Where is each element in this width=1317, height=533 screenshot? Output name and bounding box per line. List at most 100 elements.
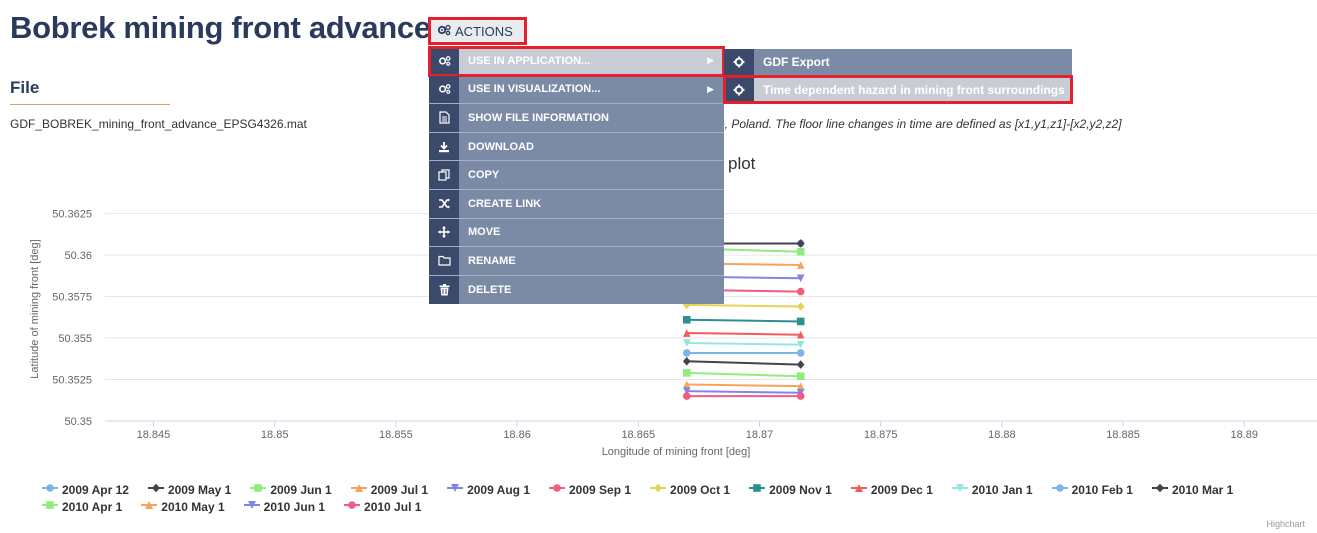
submenu-item-gdf-export[interactable]: GDF Export bbox=[724, 49, 1072, 76]
legend-symbol-icon bbox=[1151, 482, 1172, 497]
legend-item[interactable]: 2009 Aug 1 bbox=[447, 482, 530, 497]
menu-item-move[interactable]: MOVE bbox=[429, 218, 724, 248]
legend-symbol-icon bbox=[243, 499, 264, 514]
legend-row: 2009 Apr 12 2009 May 1 2009 Jun 1 2009 Jul … bbox=[42, 481, 1317, 498]
menu-item-label: CREATE LINK bbox=[468, 197, 542, 210]
legend-symbol-icon bbox=[1051, 482, 1072, 497]
menu-item-download[interactable]: DOWNLOAD bbox=[429, 132, 724, 162]
caret-right-icon: ▶ bbox=[707, 55, 714, 66]
menu-item-label: COPY bbox=[468, 169, 500, 182]
menu-item-show-file-information[interactable]: SHOW FILE INFORMATION bbox=[429, 104, 724, 133]
y-tick-label: 50.3625 bbox=[52, 209, 92, 221]
menu-item-use-in-visualization[interactable]: USE IN VISUALIZATION... ▶ bbox=[429, 75, 724, 105]
legend-symbol-icon bbox=[42, 482, 62, 497]
series-line bbox=[686, 390, 801, 394]
x-tick-label: 18.875 bbox=[864, 429, 898, 441]
gear-icon bbox=[724, 49, 754, 75]
submenu-item-label: GDF Export bbox=[763, 55, 830, 69]
actions-menu: USE IN APPLICATION... ▶ USE IN VISUALIZATI… bbox=[428, 46, 725, 305]
data-point[interactable] bbox=[796, 349, 805, 357]
legend-item[interactable]: 2010 Mar 1 bbox=[1151, 482, 1234, 497]
data-point[interactable] bbox=[796, 392, 805, 400]
menu-item-label: SHOW FILE INFORMATION bbox=[468, 111, 609, 124]
shuffle-icon bbox=[429, 189, 459, 218]
submenu-item-label: Time dependent hazard in mining front su… bbox=[763, 82, 1065, 97]
legend-item[interactable]: 2010 Jun 1 bbox=[243, 499, 326, 514]
data-point[interactable] bbox=[796, 287, 805, 296]
chart-legend: 2009 Apr 12 2009 May 1 2009 Jun 1 2009 Jul … bbox=[42, 481, 1317, 515]
legend-label: 2010 Feb 1 bbox=[1071, 482, 1133, 497]
trash-icon bbox=[429, 275, 459, 305]
x-tick-label: 18.885 bbox=[1106, 429, 1140, 441]
legend-label: 2009 Jun 1 bbox=[270, 482, 332, 497]
data-point[interactable] bbox=[796, 247, 805, 256]
menu-item-use-in-application[interactable]: USE IN APPLICATION... ▶ bbox=[428, 46, 725, 77]
menu-item-copy[interactable]: COPY bbox=[429, 161, 724, 190]
legend-item[interactable]: 2010 Feb 1 bbox=[1051, 482, 1133, 497]
menu-item-rename[interactable]: RENAME bbox=[429, 247, 724, 276]
legend-item[interactable]: 2009 Dec 1 bbox=[850, 482, 933, 497]
legend-item[interactable]: 2009 Nov 1 bbox=[749, 482, 832, 497]
data-point[interactable] bbox=[682, 369, 691, 377]
legend-item[interactable]: 2009 Jun 1 bbox=[250, 482, 332, 497]
legend-item[interactable]: 2009 Sep 1 bbox=[549, 482, 631, 497]
menu-item-label: USE IN APPLICATION... bbox=[468, 54, 591, 67]
cogs-icon bbox=[429, 75, 459, 104]
submenu-item-time-dependent-hazard[interactable]: Time dependent hazard in mining front su… bbox=[723, 75, 1073, 104]
actions-button[interactable]: ACTIONS bbox=[428, 17, 527, 45]
move-icon bbox=[429, 218, 459, 247]
legend-symbol-icon bbox=[447, 482, 467, 497]
series-line bbox=[686, 332, 801, 336]
legend-label: 2009 Jul 1 bbox=[370, 482, 429, 497]
menu-item-delete[interactable]: DELETE bbox=[429, 275, 724, 305]
legend-label: 2009 Nov 1 bbox=[769, 482, 832, 497]
file-description: e, Poland. The floor line changes in tim… bbox=[718, 117, 1122, 131]
legend-item[interactable]: 2010 Jan 1 bbox=[951, 482, 1033, 497]
legend-item[interactable]: 2009 Oct 1 bbox=[650, 482, 730, 497]
data-point[interactable] bbox=[682, 392, 691, 400]
folder-icon bbox=[429, 247, 459, 275]
data-point[interactable] bbox=[796, 372, 805, 380]
data-point[interactable] bbox=[796, 239, 805, 248]
y-tick-label: 50.35 bbox=[64, 416, 92, 428]
legend-item[interactable]: 2010 Jul 1 bbox=[344, 499, 421, 514]
y-tick-label: 50.36 bbox=[64, 250, 92, 262]
legend-label: 2010 Jan 1 bbox=[971, 482, 1033, 497]
data-point[interactable] bbox=[682, 349, 691, 357]
legend-item[interactable]: 2009 May 1 bbox=[147, 482, 232, 497]
menu-item-label: MOVE bbox=[468, 226, 501, 239]
legend-symbol-icon bbox=[250, 482, 270, 497]
data-point[interactable] bbox=[796, 360, 805, 369]
legend-symbol-icon bbox=[549, 482, 569, 497]
menu-item-create-link[interactable]: CREATE LINK bbox=[429, 189, 724, 219]
legend-label: 2009 May 1 bbox=[167, 482, 232, 497]
legend-item[interactable]: 2009 Jul 1 bbox=[350, 482, 429, 497]
x-tick-label: 18.87 bbox=[746, 429, 774, 441]
legend-item[interactable]: 2009 Apr 12 bbox=[42, 482, 129, 497]
legend-item[interactable]: 2010 Apr 1 bbox=[42, 499, 122, 514]
legend-symbol-icon bbox=[141, 499, 161, 514]
file-text-icon bbox=[429, 104, 459, 132]
legend-label: 2010 Jul 1 bbox=[364, 499, 422, 514]
data-point[interactable] bbox=[682, 315, 691, 324]
legend-symbol-icon bbox=[749, 482, 769, 497]
chart-credits[interactable]: Highchart bbox=[1266, 519, 1305, 529]
file-name: GDF_BOBREK_mining_front_advance_EPSG4326… bbox=[10, 117, 307, 131]
legend-item[interactable]: 2010 May 1 bbox=[141, 499, 225, 514]
legend-label: 2010 Mar 1 bbox=[1171, 482, 1234, 497]
data-point[interactable] bbox=[796, 317, 805, 326]
legend-label: 2009 Oct 1 bbox=[670, 482, 731, 497]
legend-label: 2009 Sep 1 bbox=[569, 482, 632, 497]
series-line bbox=[686, 303, 801, 308]
copy-icon bbox=[429, 161, 459, 189]
x-axis-label: Longitude of mining front [deg] bbox=[602, 446, 751, 458]
legend-label: 2010 Jun 1 bbox=[263, 499, 326, 514]
legend-label: 2009 Dec 1 bbox=[870, 482, 933, 497]
cogs-icon bbox=[429, 47, 459, 75]
data-point[interactable] bbox=[682, 356, 691, 366]
data-point[interactable] bbox=[796, 302, 805, 311]
legend-row: 2010 Apr 1 2010 May 1 2010 Jun 1 2010 Jul 1 bbox=[42, 498, 1317, 515]
legend-symbol-icon bbox=[951, 482, 972, 497]
legend-label: 2009 Apr 12 bbox=[62, 482, 129, 497]
download-icon bbox=[429, 132, 459, 161]
